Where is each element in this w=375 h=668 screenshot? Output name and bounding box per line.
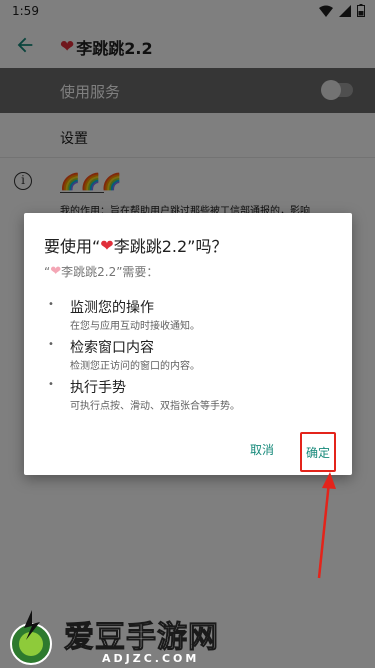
bullet: • [48, 379, 54, 390]
dialog-title-suffix: ”吗？ [187, 237, 228, 256]
watermark-brand: 爱豆手游网 [64, 620, 219, 656]
permission-desc: 检测您正访问的窗口的内容。 [70, 361, 200, 372]
dialog-subtitle: “ ❤ 李跳跳2.2”需要： [44, 263, 158, 280]
bullet: • [48, 299, 54, 310]
permission-desc: 可执行点按、滑动、双指张合等手势。 [70, 401, 240, 412]
cancel-button[interactable]: 取消 [250, 441, 274, 458]
permission-title: 执行手势 [70, 380, 126, 396]
bullet: • [48, 339, 54, 350]
permission-title: 监测您的操作 [70, 300, 154, 316]
permission-title: 检索窗口内容 [70, 340, 154, 356]
confirm-button[interactable]: 确定 [300, 432, 336, 472]
watermark-logo-icon [10, 610, 52, 665]
dialog-title-prefix: 要使用“ [44, 237, 101, 256]
dialog-title: 要使用“ ❤ 李跳跳2.2 ”吗？ [44, 233, 227, 257]
red-arrow-annotation [317, 472, 336, 579]
dialog-title-app: 李跳跳2.2 [113, 237, 188, 256]
heart-icon: ❤ [50, 264, 62, 279]
accessibility-permission-dialog: 要使用“ ❤ 李跳跳2.2 ”吗？ “ ❤ 李跳跳2.2”需要： • 监测您的操… [24, 213, 352, 475]
watermark: 爱豆手游网 ADJZC.COM [6, 604, 266, 666]
watermark-url: ADJZC.COM [102, 652, 200, 665]
permission-desc: 在您与应用互动时接收通知。 [70, 321, 200, 332]
dialog-sub-app: 李跳跳2.2”需要： [61, 265, 159, 279]
heart-icon: ❤ [100, 235, 114, 255]
